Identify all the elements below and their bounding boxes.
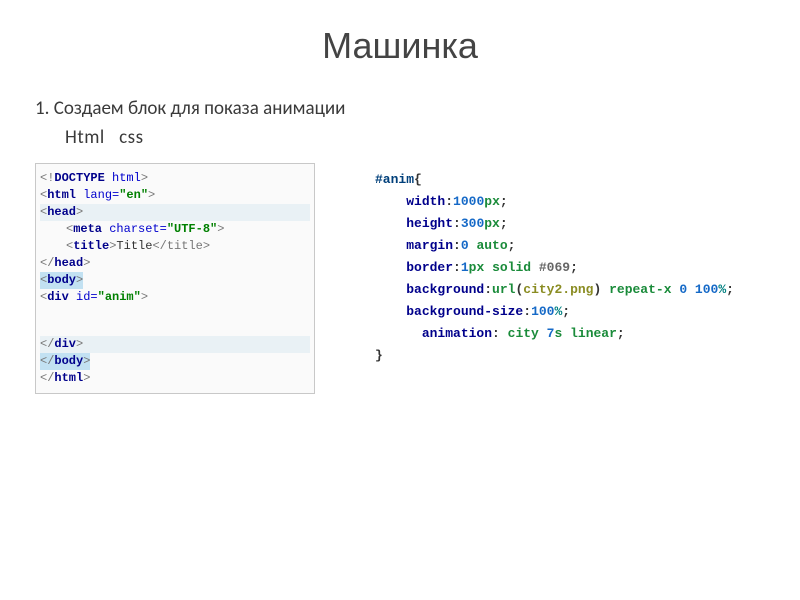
sub-labels: Html css	[65, 126, 765, 149]
code-line-meta: <meta charset="UTF-8">	[40, 221, 310, 238]
code-line-body-open: <body>	[40, 272, 310, 289]
css-rule-animation: animation: city 7s linear;	[375, 323, 765, 345]
css-codebox: #anim{ width:1000px; height:300px; margi…	[375, 169, 765, 367]
slide-root: Машинка 1. Создаем блок для показа анима…	[0, 0, 800, 419]
css-rule-bgsize: background-size:100%;	[375, 301, 765, 323]
css-rule-border: border:1px solid #069;	[375, 257, 765, 279]
code-line-div-close: </div>	[40, 336, 310, 353]
css-rule-height: height:300px;	[375, 213, 765, 235]
html-column: <!DOCTYPE html> <html lang="en"> <head> …	[35, 163, 315, 394]
bullet-line: 1. Создаем блок для показа анимации	[35, 97, 765, 120]
label-css: css	[119, 126, 143, 149]
code-line-title: <title>Title</title>	[40, 238, 310, 255]
css-selector-line: #anim{	[375, 169, 765, 191]
css-close-brace: }	[375, 345, 765, 367]
code-line-blank	[40, 306, 310, 336]
css-rule-width: width:1000px;	[375, 191, 765, 213]
css-rule-margin: margin:0 auto;	[375, 235, 765, 257]
code-line-html-open: <html lang="en">	[40, 187, 310, 204]
html-codebox: <!DOCTYPE html> <html lang="en"> <head> …	[35, 163, 315, 394]
code-line-head-close: </head>	[40, 255, 310, 272]
slide-title: Машинка	[35, 25, 765, 67]
columns: <!DOCTYPE html> <html lang="en"> <head> …	[35, 163, 765, 394]
label-html: Html	[65, 126, 105, 149]
css-rule-background: background:url(city2.png) repeat-x 0 100…	[375, 279, 765, 301]
code-line-body-close: </body>	[40, 353, 310, 370]
code-line-div-open: <div id="anim">	[40, 289, 310, 306]
code-line-doctype: <!DOCTYPE html>	[40, 170, 310, 187]
css-column: #anim{ width:1000px; height:300px; margi…	[375, 163, 765, 394]
code-line-html-close: </html>	[40, 370, 310, 387]
code-line-head-open: <head>	[40, 204, 310, 221]
